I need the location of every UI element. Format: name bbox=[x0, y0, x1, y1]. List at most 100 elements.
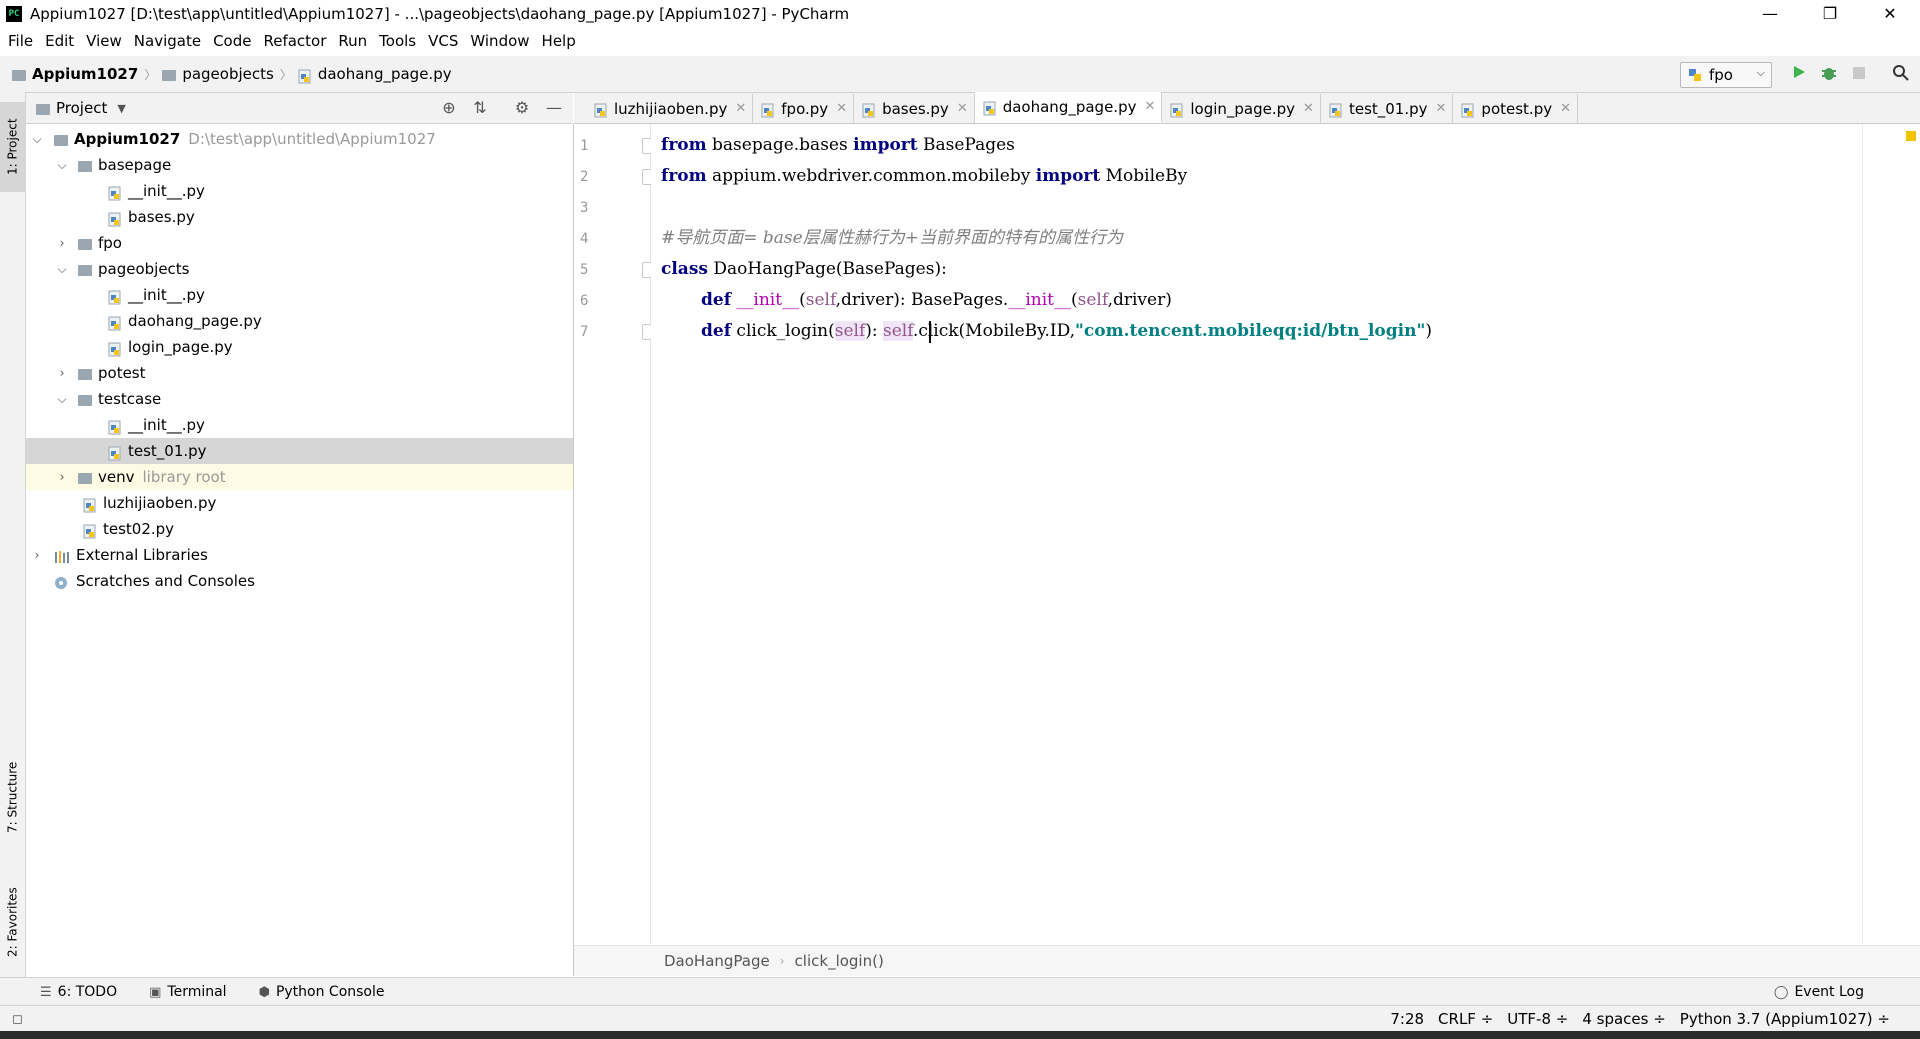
tree-item-file[interactable]: luzhijiaoben.py bbox=[26, 490, 573, 516]
event-log-button[interactable]: ◯ Event Log bbox=[1774, 984, 1864, 1000]
tree-item-basepage[interactable]: ⌵ basepage bbox=[26, 152, 573, 178]
menu-help[interactable]: Help bbox=[542, 32, 576, 50]
locate-file-button[interactable]: ⊕ bbox=[438, 97, 460, 119]
tree-item-pageobjects[interactable]: ⌵ pageobjects bbox=[26, 256, 573, 282]
tab-login-page[interactable]: login_page.py ✕ bbox=[1162, 94, 1321, 123]
tree-item-file-selected[interactable]: test_01.py bbox=[26, 438, 573, 464]
run-button[interactable] bbox=[1788, 64, 1810, 86]
close-tab-icon[interactable]: ✕ bbox=[836, 101, 847, 116]
close-tab-icon[interactable]: ✕ bbox=[1303, 101, 1314, 116]
breadcrumb-method[interactable]: click_login() bbox=[795, 952, 884, 970]
file-encoding[interactable]: UTF-8 ÷ bbox=[1507, 1010, 1568, 1028]
string-literal: "com.tencent.mobileqq:id/btn_login" bbox=[1075, 321, 1426, 341]
editor-gutter: 1 2 3 4 5 6 7 bbox=[574, 124, 656, 944]
toggle-tool-windows-icon[interactable]: ◻ bbox=[12, 1012, 23, 1027]
tab-label: login_page.py bbox=[1190, 99, 1296, 118]
module-name: basepage.bases bbox=[706, 135, 854, 155]
menu-navigate[interactable]: Navigate bbox=[134, 32, 201, 50]
line-number: 4 bbox=[580, 231, 589, 247]
code-text: ,driver): BasePages. bbox=[835, 290, 1009, 310]
close-tab-icon[interactable]: ✕ bbox=[1436, 101, 1447, 116]
folder-icon bbox=[78, 394, 92, 406]
folder-icon bbox=[78, 368, 92, 380]
project-view-selector[interactable]: Project ▼ bbox=[36, 99, 126, 117]
tree-item-file[interactable]: __init__.py bbox=[26, 282, 573, 308]
menu-edit[interactable]: Edit bbox=[45, 32, 74, 50]
python-file-icon bbox=[108, 186, 121, 200]
menu-vcs[interactable]: VCS bbox=[428, 32, 458, 50]
collapse-all-button[interactable]: ⇅ bbox=[469, 97, 491, 119]
menu-view[interactable]: View bbox=[86, 32, 122, 50]
crosshair-icon: ⊕ bbox=[442, 98, 456, 117]
settings-button[interactable]: ⚙ bbox=[511, 97, 533, 119]
close-tab-icon[interactable]: ✕ bbox=[1560, 101, 1571, 116]
tab-bases[interactable]: bases.py ✕ bbox=[854, 94, 975, 123]
todo-tool-button[interactable]: ☰ 6: TODO bbox=[40, 984, 117, 1000]
tree-item-testcase[interactable]: ⌵ testcase bbox=[26, 386, 573, 412]
run-configuration-select[interactable]: fpo ⌵ bbox=[1680, 62, 1772, 88]
tree-item-file[interactable]: daohang_page.py bbox=[26, 308, 573, 334]
indent-setting[interactable]: 4 spaces ÷ bbox=[1582, 1010, 1665, 1028]
tool-tab-project[interactable]: 1: Project bbox=[0, 102, 25, 192]
tree-item-file[interactable]: test02.py bbox=[26, 516, 573, 542]
menu-window[interactable]: Window bbox=[470, 32, 529, 50]
menu-code[interactable]: Code bbox=[213, 32, 251, 50]
code-line-1: from basepage.bases import BasePages bbox=[661, 130, 1015, 160]
breadcrumb-class[interactable]: DaoHangPage bbox=[664, 952, 770, 970]
line-separator[interactable]: CRLF ÷ bbox=[1438, 1010, 1493, 1028]
stop-button[interactable] bbox=[1848, 64, 1870, 86]
code-editor[interactable]: from basepage.bases import BasePages fro… bbox=[651, 124, 1861, 944]
tree-item-external-libraries[interactable]: › External Libraries bbox=[26, 542, 573, 568]
tool-tab-favorites[interactable]: 2: Favorites bbox=[0, 872, 25, 972]
tree-item-potest[interactable]: › potest bbox=[26, 360, 573, 386]
close-button[interactable]: ✕ bbox=[1860, 0, 1920, 28]
tab-luzhijiaoben[interactable]: luzhijiaoben.py ✕ bbox=[586, 94, 754, 123]
tree-item-project-root[interactable]: ⌵ Appium1027 D:\test\app\untitled\Appium… bbox=[26, 126, 573, 152]
keyword: from bbox=[661, 135, 707, 155]
warning-indicator-icon[interactable] bbox=[1906, 131, 1916, 141]
menu-tools[interactable]: Tools bbox=[379, 32, 416, 50]
caret-position[interactable]: 7:28 bbox=[1390, 1010, 1424, 1028]
tree-item-fpo[interactable]: › fpo bbox=[26, 230, 573, 256]
tab-label: luzhijiaoben.py bbox=[614, 99, 728, 118]
close-tab-icon[interactable]: ✕ bbox=[957, 101, 968, 116]
chevron-right-icon: › bbox=[59, 366, 65, 380]
minimize-button[interactable]: — bbox=[1740, 0, 1800, 28]
tab-daohang-page[interactable]: daohang_page.py ✕ bbox=[974, 92, 1163, 123]
tab-fpo[interactable]: fpo.py ✕ bbox=[753, 94, 855, 123]
chevron-down-icon: ⌵ bbox=[32, 131, 42, 146]
keyword: import bbox=[1035, 166, 1101, 186]
tool-tab-structure[interactable]: 7: Structure bbox=[0, 742, 25, 852]
maximize-button[interactable]: ❐ bbox=[1800, 0, 1860, 28]
hide-panel-button[interactable]: — bbox=[543, 97, 565, 119]
project-panel-title: Project bbox=[56, 99, 108, 117]
tree-item-file[interactable]: __init__.py bbox=[26, 178, 573, 204]
breadcrumb-folder[interactable]: pageobjects bbox=[182, 65, 274, 83]
debug-button[interactable] bbox=[1818, 64, 1840, 86]
search-everywhere-button[interactable] bbox=[1890, 64, 1912, 86]
menu-file[interactable]: File bbox=[8, 32, 33, 50]
python-file-icon bbox=[108, 420, 121, 434]
tab-label: test_01.py bbox=[1348, 99, 1428, 118]
breadcrumb-project[interactable]: Appium1027 bbox=[32, 65, 138, 83]
python-console-tool-button[interactable]: ⬢ Python Console bbox=[259, 984, 385, 1000]
python-console-icon: ⬢ bbox=[258, 984, 270, 1000]
python-interpreter[interactable]: Python 3.7 (Appium1027) ÷ bbox=[1680, 1010, 1890, 1028]
tree-item-venv[interactable]: › venv library root bbox=[26, 464, 573, 490]
tab-test-01[interactable]: test_01.py ✕ bbox=[1321, 94, 1454, 123]
terminal-tool-button[interactable]: ▣ Terminal bbox=[149, 984, 226, 1000]
menu-run[interactable]: Run bbox=[338, 32, 367, 50]
tree-item-file[interactable]: __init__.py bbox=[26, 412, 573, 438]
menu-refactor[interactable]: Refactor bbox=[263, 32, 326, 50]
chevron-right-icon: 〉 bbox=[144, 67, 157, 82]
chevron-down-icon: ⌵ bbox=[57, 261, 67, 276]
breadcrumb-file[interactable]: daohang_page.py bbox=[318, 65, 452, 83]
tab-potest[interactable]: potest.py ✕ bbox=[1453, 94, 1578, 123]
close-tab-icon[interactable]: ✕ bbox=[735, 101, 746, 116]
event-log-icon: ◯ bbox=[1773, 984, 1789, 1000]
tree-item-scratches[interactable]: Scratches and Consoles bbox=[26, 568, 573, 594]
module-name: appium.webdriver.common.mobileby bbox=[706, 166, 1036, 186]
tree-item-file[interactable]: login_page.py bbox=[26, 334, 573, 360]
tree-item-file[interactable]: bases.py bbox=[26, 204, 573, 230]
close-tab-icon[interactable]: ✕ bbox=[1144, 99, 1155, 114]
